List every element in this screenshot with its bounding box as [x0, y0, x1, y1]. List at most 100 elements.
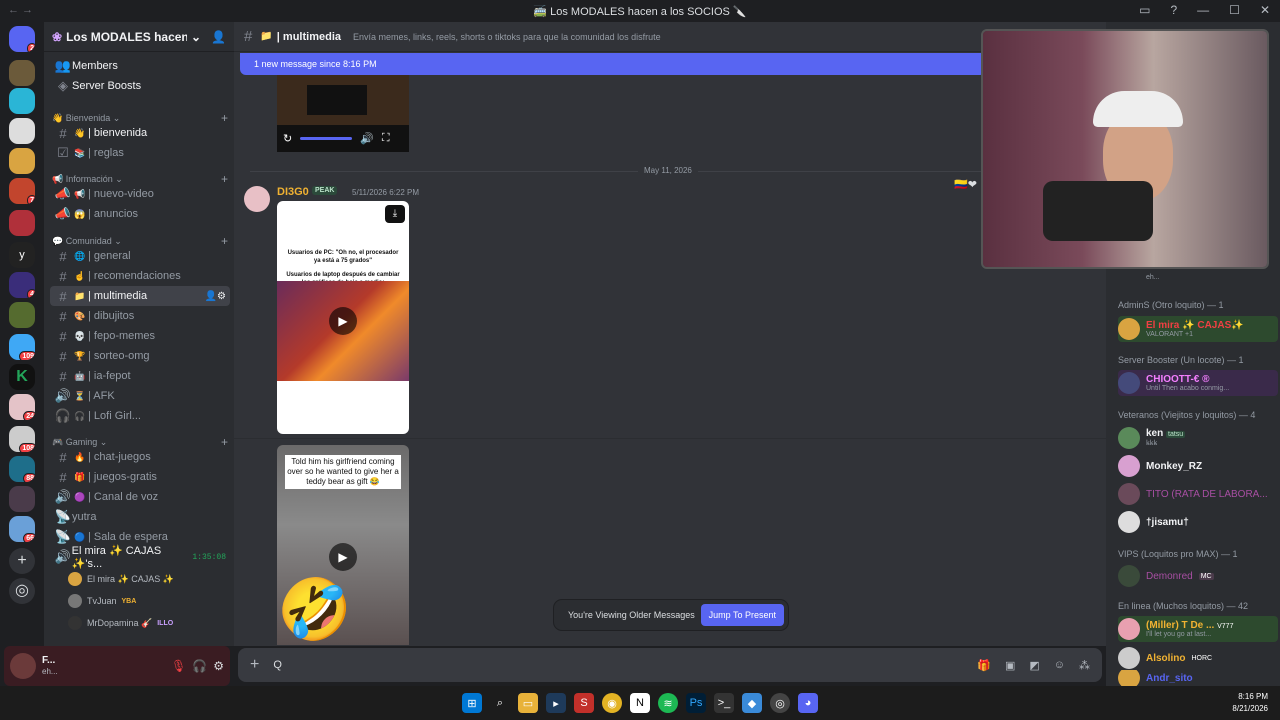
new-message-banner[interactable]: 1 new message since 8:16 PM: [240, 53, 986, 75]
download-icon[interactable]: ⤓: [385, 205, 405, 223]
invite-icon[interactable]: 👤: [211, 30, 226, 44]
minimize-icon[interactable]: —: [1197, 3, 1209, 17]
channel-recomendaciones[interactable]: # ☝ | recomendaciones: [50, 266, 230, 286]
gif-icon[interactable]: ▣: [1005, 659, 1015, 672]
video-embed[interactable]: Told him his girlfriend coming over so h…: [277, 445, 409, 645]
chrome-icon[interactable]: ◉: [602, 693, 622, 713]
app-icon[interactable]: S: [574, 693, 594, 713]
app-icon[interactable]: ▸: [546, 693, 566, 713]
channel-lofi-girl[interactable]: 🎧 🎧 | Lofi Girl...: [50, 406, 230, 426]
message-input[interactable]: Q: [273, 659, 282, 671]
headphones-icon[interactable]: 🎧: [192, 659, 207, 673]
sticker-icon[interactable]: ◩: [1029, 659, 1039, 672]
members-item[interactable]: 👥 Members: [50, 56, 230, 76]
channel-juegos-gratis[interactable]: # 🎁 | juegos-gratis: [50, 467, 230, 487]
notion-icon[interactable]: N: [630, 693, 650, 713]
channel-dibujitos[interactable]: # 🎨 | dibujitos: [50, 306, 230, 326]
server-boosts-item[interactable]: ◈ Server Boosts: [50, 76, 230, 96]
member-item[interactable]: †jisamu†: [1118, 509, 1278, 535]
server-icon[interactable]: 108: [9, 426, 35, 452]
channel-canal-de-voz[interactable]: 🔊 🟣 | Canal de voz: [50, 487, 230, 507]
jump-to-present-button[interactable]: Jump To Present: [700, 604, 784, 626]
member-item[interactable]: ken tatsu ꝃꝃꝃ: [1118, 425, 1278, 451]
message-author[interactable]: DI3G0: [277, 186, 309, 198]
spotify-icon[interactable]: ≋: [658, 693, 678, 713]
chevron-down-icon[interactable]: ⌄: [191, 30, 201, 44]
server-icon[interactable]: 109: [9, 334, 35, 360]
server-icon[interactable]: [9, 210, 35, 236]
server-icon[interactable]: [9, 148, 35, 174]
channel-nuevo-video[interactable]: 📣 📢 | nuevo-video: [50, 184, 230, 204]
discover-icon[interactable]: ◎: [9, 578, 35, 604]
voice-user[interactable]: El mira ✨ CAJAS ✨: [68, 572, 174, 586]
reaction-icon[interactable]: 🇨🇴❤: [954, 178, 977, 191]
start-icon[interactable]: ⊞: [462, 693, 482, 713]
server-icon[interactable]: 66: [9, 516, 35, 542]
server-icon[interactable]: [9, 118, 35, 144]
app-icon[interactable]: ◆: [742, 693, 762, 713]
server-icon[interactable]: [9, 60, 35, 86]
back-nav-icon[interactable]: ← →: [8, 4, 33, 16]
play-icon[interactable]: ▶: [329, 543, 357, 571]
emoji-icon[interactable]: ☺: [1054, 659, 1065, 672]
avatar[interactable]: [10, 653, 36, 679]
channel-multimedia[interactable]: # 📁 | multimedia 👤⚙: [50, 286, 230, 306]
apps-icon[interactable]: ⁂: [1079, 659, 1090, 672]
search-icon[interactable]: ⌕: [490, 693, 510, 713]
server-icon[interactable]: y: [9, 242, 35, 268]
inbox-icon[interactable]: ▭: [1139, 3, 1150, 17]
mic-muted-icon[interactable]: 🎙: [171, 659, 186, 673]
member-item[interactable]: CHIOOTT-€ ® Until Then acabo conmig...: [1118, 370, 1278, 396]
server-icon[interactable]: [9, 302, 35, 328]
member-item[interactable]: (Miller) T De ... V777 I'll let you go at…: [1118, 616, 1278, 642]
channel-ia-fepot[interactable]: # 🤖 | ia-fepot: [50, 366, 230, 386]
channel-bienvenida[interactable]: # 👋 | bienvenida: [50, 123, 230, 143]
server-icon[interactable]: [9, 486, 35, 512]
member-item[interactable]: Demonred MC: [1118, 563, 1278, 589]
server-icon[interactable]: [9, 88, 35, 114]
channel-voice-active[interactable]: 🔊 El mira ✨ CAJAS ✨'s... 1:35:08: [50, 545, 230, 570]
channel-yutra[interactable]: 📡 yutra: [50, 507, 230, 527]
fullscreen-icon[interactable]: ⛶: [382, 132, 390, 145]
play-icon[interactable]: ▶: [329, 307, 357, 335]
server-icon[interactable]: 24: [9, 394, 35, 420]
member-item[interactable]: Andr_sito: [1118, 670, 1278, 686]
settings-icon[interactable]: 👤⚙: [205, 291, 226, 302]
maximize-icon[interactable]: ☐: [1229, 3, 1240, 17]
attach-icon[interactable]: +: [250, 656, 259, 674]
add-server-icon[interactable]: +: [9, 548, 35, 574]
discord-icon[interactable]: ◕: [798, 693, 818, 713]
server-icon[interactable]: 4: [9, 272, 35, 298]
avatar[interactable]: [244, 186, 270, 212]
member-item[interactable]: El mira ✨ CAJAS✨ VALORANT +1: [1118, 316, 1278, 342]
channel-reglas[interactable]: ☑ 📚 | reglas: [50, 143, 230, 163]
voice-user[interactable]: TvJuan YBA: [68, 594, 136, 608]
channel-fepo-memes[interactable]: # 💀 | fepo-memes: [50, 326, 230, 346]
help-icon[interactable]: ?: [1170, 3, 1177, 17]
voice-user[interactable]: MrDopamina 🎸 ILLO: [68, 616, 173, 630]
member-item[interactable]: Alsolino HORC: [1118, 645, 1278, 671]
home-icon[interactable]: 2: [9, 26, 35, 52]
replay-icon[interactable]: ↻: [283, 132, 292, 145]
volume-icon[interactable]: 🔊: [360, 132, 374, 145]
server-icon[interactable]: 88: [9, 456, 35, 482]
obs-icon[interactable]: ◎: [770, 693, 790, 713]
member-item[interactable]: TITO (RATA DE LABORA...: [1118, 481, 1278, 507]
terminal-icon[interactable]: >_: [714, 693, 734, 713]
settings-gear-icon[interactable]: ⚙: [213, 659, 224, 673]
photoshop-icon[interactable]: Ps: [686, 693, 706, 713]
channel-sorteo-omg[interactable]: # 🏆 | sorteo-omg: [50, 346, 230, 366]
channel-chat-juegos[interactable]: # 🔥 | chat-juegos: [50, 447, 230, 467]
video-thumbnail[interactable]: ↻ 🔊 ⛶: [277, 75, 409, 152]
close-icon[interactable]: ✕: [1260, 3, 1270, 17]
clock[interactable]: 8:16 PM 8/21/2026: [1232, 691, 1268, 715]
video-embed[interactable]: ⤓ Usuarios de PC: "Oh no, el procesador …: [277, 201, 409, 434]
server-header[interactable]: ❀ Los MODALES hacen a l... ⌄ 👤: [44, 22, 234, 52]
member-item[interactable]: Monkey_RZ: [1118, 453, 1278, 479]
channel-afk[interactable]: 🔊 ⏳ | AFK: [50, 386, 230, 406]
server-icon[interactable]: K: [9, 364, 35, 390]
channel-anuncios[interactable]: 📣 😱 | anuncios: [50, 204, 230, 224]
message-composer[interactable]: + Q 🎁 ▣ ◩ ☺ ⁂: [238, 648, 1102, 682]
channel-general[interactable]: # 🌐 | general: [50, 246, 230, 266]
volume-slider[interactable]: [300, 137, 353, 140]
